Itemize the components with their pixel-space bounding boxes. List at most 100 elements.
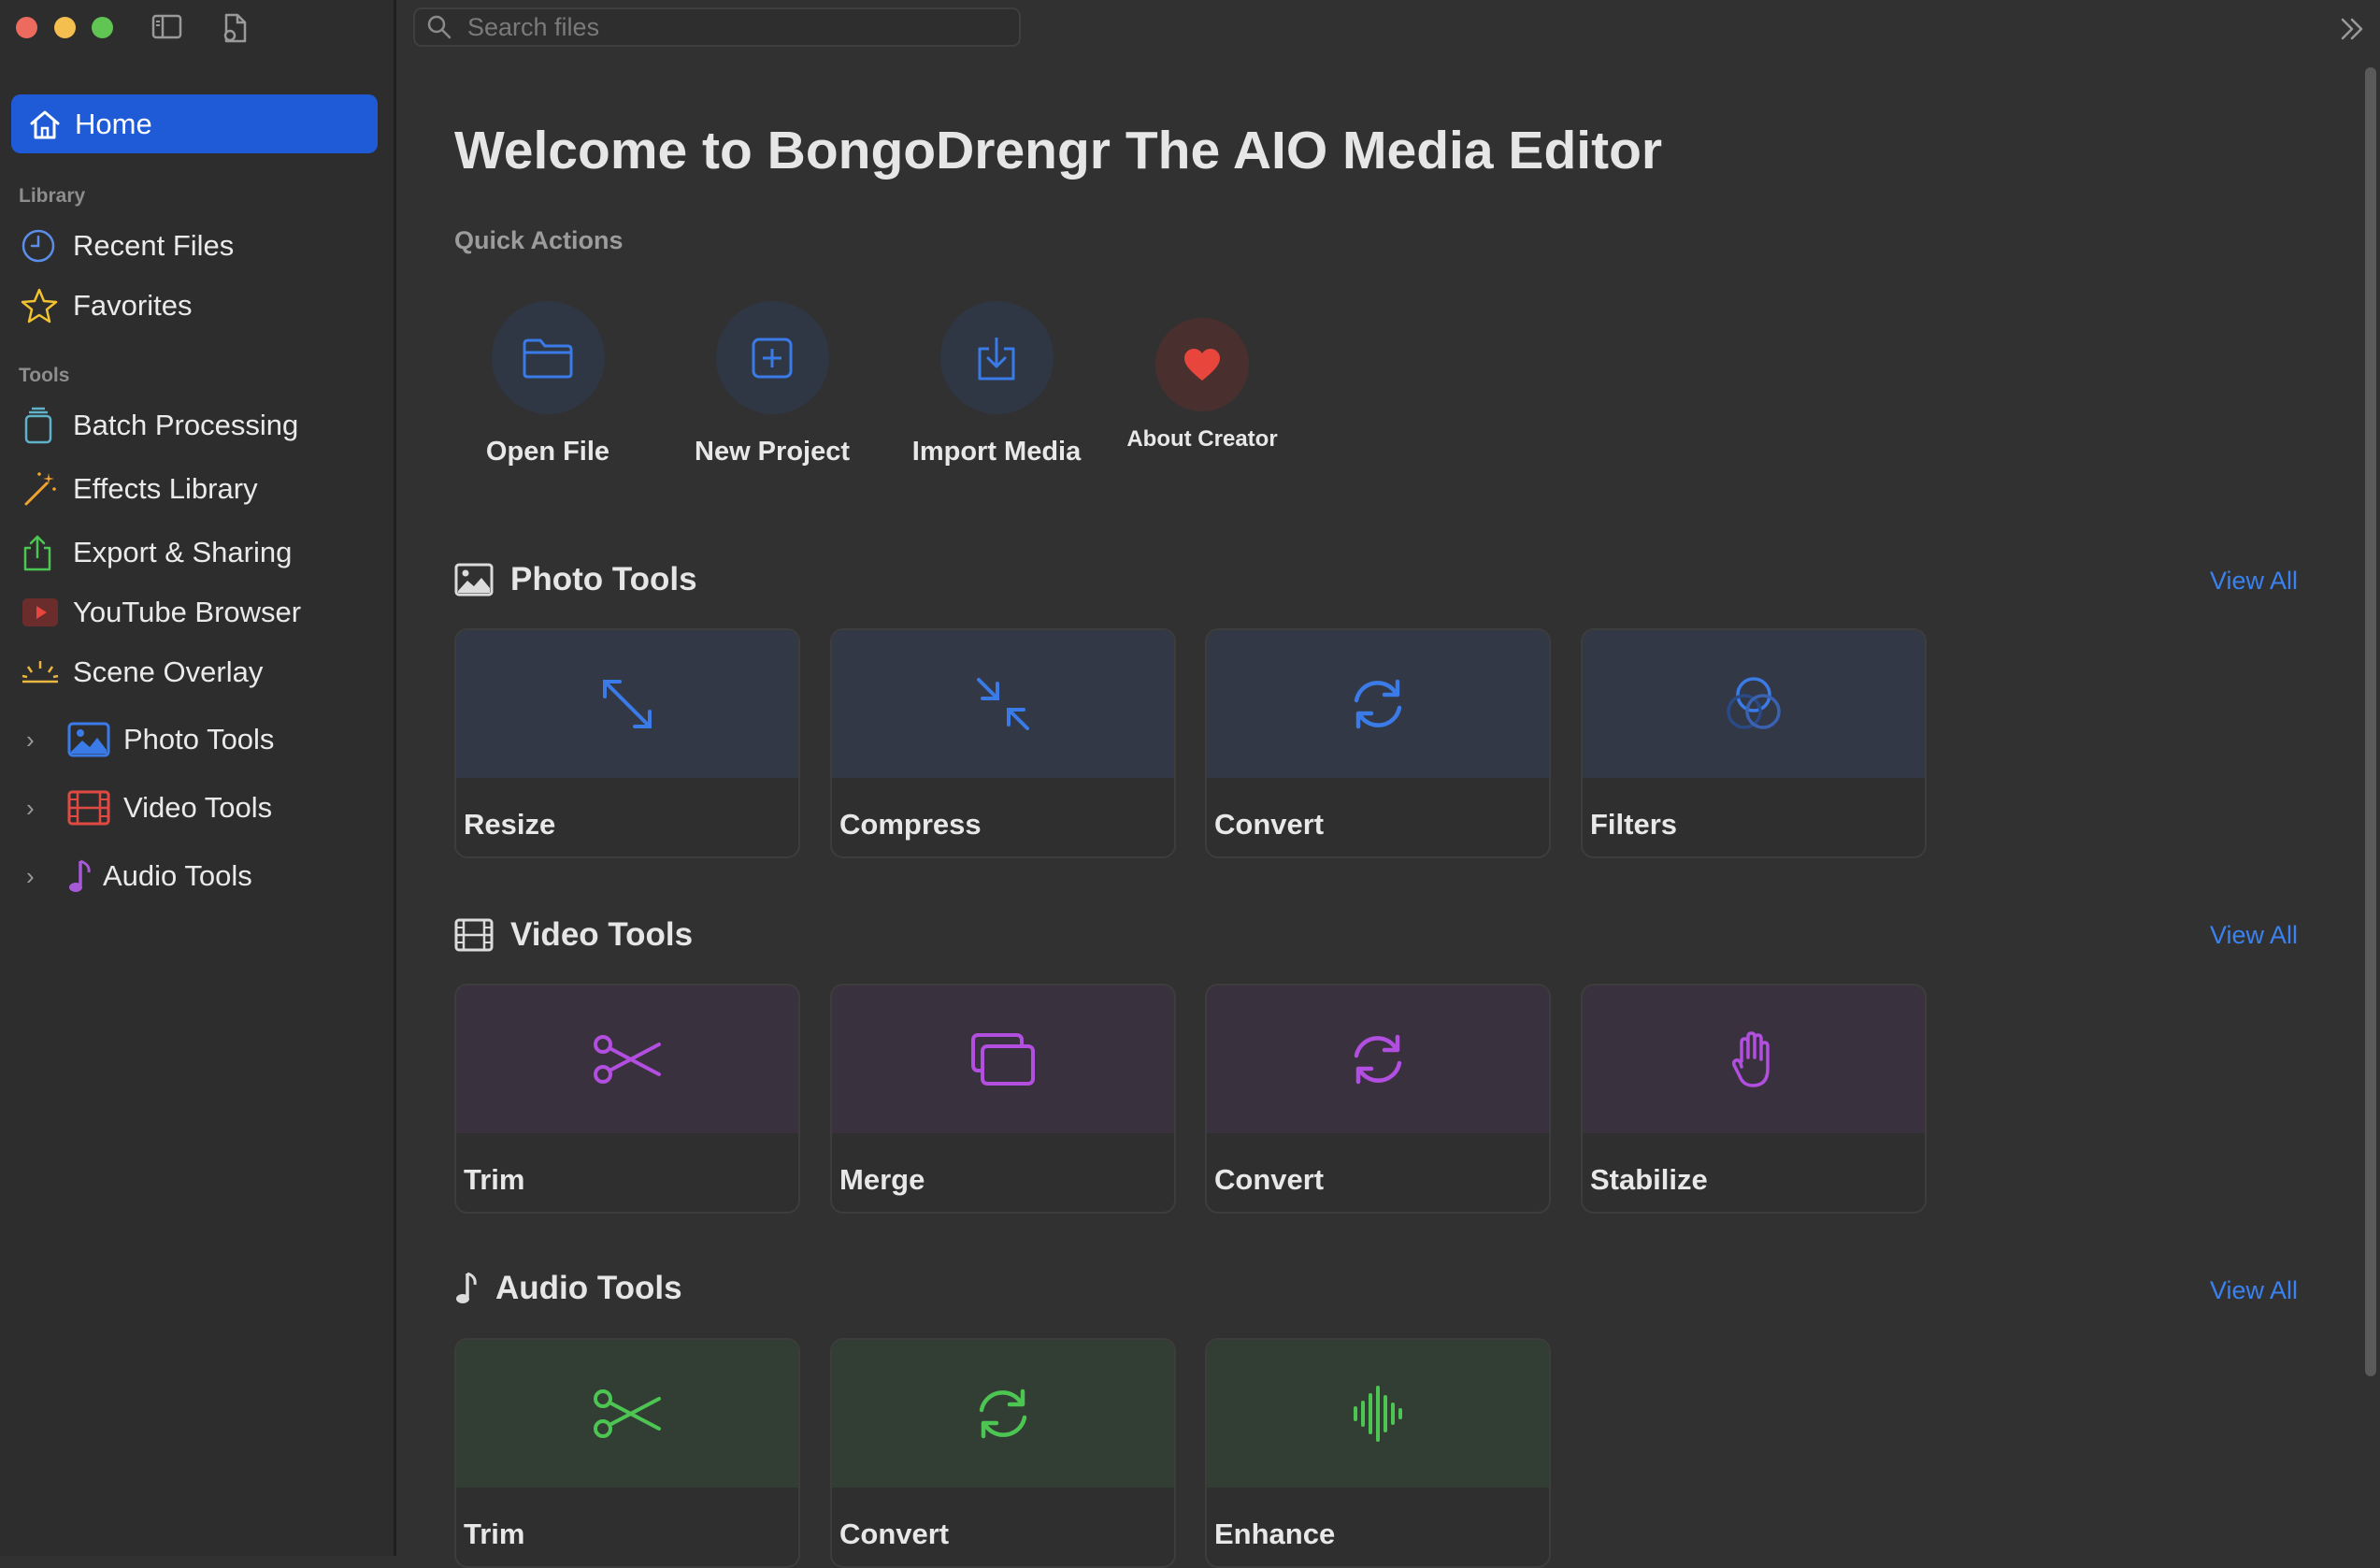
stack-icon bbox=[21, 405, 67, 446]
music-note-icon bbox=[454, 1271, 479, 1306]
scissors-icon bbox=[456, 985, 798, 1133]
sidebar-item-audio-tools[interactable]: › Audio Tools bbox=[26, 851, 391, 901]
tool-card-label: Merge bbox=[839, 1163, 925, 1196]
sidebar-item-video-tools[interactable]: › Video Tools bbox=[26, 783, 391, 833]
tool-card-compress[interactable]: Compress bbox=[830, 628, 1176, 858]
compress-arrows-icon bbox=[832, 630, 1174, 778]
tool-card-convert-audio[interactable]: Convert bbox=[830, 1338, 1176, 1568]
sidebar-item-label: Photo Tools bbox=[123, 723, 275, 755]
music-note-icon bbox=[67, 857, 99, 895]
photo-icon bbox=[454, 563, 494, 597]
scissors-icon bbox=[456, 1340, 798, 1488]
tool-card-trim-audio[interactable]: Trim bbox=[454, 1338, 800, 1568]
folder-icon bbox=[491, 301, 605, 414]
sidebar-item-favorites[interactable]: Favorites bbox=[21, 281, 385, 331]
plus-square-icon bbox=[715, 301, 829, 414]
hand-icon bbox=[1583, 985, 1925, 1133]
photo-tools-section-header: Photo Tools bbox=[454, 561, 697, 598]
quick-action-label: Import Media bbox=[911, 437, 1082, 467]
sidebar-item-label: Home bbox=[75, 107, 152, 140]
tool-card-stabilize[interactable]: Stabilize bbox=[1581, 984, 1927, 1214]
sidebar-item-label: Batch Processing bbox=[73, 409, 299, 441]
quick-action-import-media[interactable]: Import Media bbox=[898, 301, 1095, 468]
refresh-icon bbox=[1207, 630, 1549, 778]
chevron-right-icon[interactable]: › bbox=[26, 862, 49, 891]
section-title: Audio Tools bbox=[495, 1270, 682, 1306]
page-title: Welcome to BongoDrengr The AIO Media Edi… bbox=[454, 121, 1663, 180]
sidebar-toggle-icon[interactable] bbox=[151, 13, 183, 41]
close-window-button[interactable] bbox=[16, 17, 37, 38]
quick-action-open-file[interactable]: Open File bbox=[450, 301, 646, 468]
overlapping-circles-icon bbox=[1583, 630, 1925, 778]
tool-card-enhance[interactable]: Enhance bbox=[1205, 1338, 1551, 1568]
tool-card-label: Compress bbox=[839, 808, 982, 841]
refresh-icon bbox=[832, 1340, 1174, 1488]
sidebar-item-scene-overlay[interactable]: Scene Overlay bbox=[21, 647, 385, 698]
tools-section-header: Tools bbox=[19, 365, 70, 386]
sidebar-item-label: Export & Sharing bbox=[73, 536, 293, 568]
tool-card-label: Stabilize bbox=[1590, 1163, 1708, 1196]
section-title: Photo Tools bbox=[510, 561, 697, 597]
tool-card-merge[interactable]: Merge bbox=[830, 984, 1176, 1214]
scrollbar-thumb[interactable] bbox=[2365, 67, 2376, 1376]
star-icon bbox=[21, 285, 67, 326]
sidebar-item-label: YouTube Browser bbox=[73, 596, 302, 628]
sidebar-item-batch-processing[interactable]: Batch Processing bbox=[21, 400, 385, 451]
tool-card-label: Convert bbox=[1214, 1163, 1325, 1196]
sidebar-item-export-sharing[interactable]: Export & Sharing bbox=[21, 527, 385, 578]
expand-arrows-icon bbox=[456, 630, 798, 778]
tool-card-convert-photo[interactable]: Convert bbox=[1205, 628, 1551, 858]
sidebar-item-label: Audio Tools bbox=[103, 859, 252, 892]
sidebar-item-label: Recent Files bbox=[73, 229, 235, 262]
sidebar: Home Library Recent Files Favorites Tool… bbox=[0, 0, 396, 1556]
sidebar-item-photo-tools[interactable]: › Photo Tools bbox=[26, 714, 391, 765]
library-section-header: Library bbox=[19, 185, 86, 207]
quick-actions-title: Quick Actions bbox=[454, 226, 624, 254]
tool-card-filters[interactable]: Filters bbox=[1581, 628, 1927, 858]
sidebar-item-effects-library[interactable]: Effects Library bbox=[21, 464, 385, 514]
search-icon bbox=[426, 14, 452, 40]
quick-action-label: Open File bbox=[485, 437, 610, 467]
quick-action-new-project[interactable]: New Project bbox=[674, 301, 870, 468]
film-icon bbox=[67, 790, 120, 826]
tool-card-label: Enhance bbox=[1214, 1518, 1336, 1550]
heart-icon bbox=[1155, 318, 1249, 411]
quick-action-label: About Creator bbox=[1126, 426, 1278, 452]
photo-tools-view-all-link[interactable]: View All bbox=[2210, 567, 2298, 596]
film-icon bbox=[454, 918, 494, 952]
tool-card-trim-video[interactable]: Trim bbox=[454, 984, 800, 1214]
tool-card-label: Filters bbox=[1590, 808, 1678, 841]
chevron-right-icon[interactable]: › bbox=[26, 726, 49, 755]
video-tools-view-all-link[interactable]: View All bbox=[2210, 921, 2298, 950]
sidebar-item-label: Scene Overlay bbox=[73, 655, 264, 688]
sidebar-item-label: Favorites bbox=[73, 289, 193, 322]
sidebar-item-recent-files[interactable]: Recent Files bbox=[21, 221, 385, 271]
magic-wand-icon bbox=[21, 468, 67, 510]
section-title: Video Tools bbox=[510, 916, 694, 953]
minimize-window-button[interactable] bbox=[54, 17, 76, 38]
sidebar-item-home[interactable]: Home bbox=[11, 94, 378, 153]
waveform-icon bbox=[1207, 1340, 1549, 1488]
sidebar-item-label: Effects Library bbox=[73, 472, 258, 505]
video-tools-section-header: Video Tools bbox=[454, 916, 693, 954]
quick-action-about-creator[interactable]: About Creator bbox=[1104, 301, 1300, 453]
stacked-rectangles-icon bbox=[832, 985, 1174, 1133]
double-chevron-right-icon[interactable] bbox=[2339, 15, 2365, 43]
tool-card-convert-video[interactable]: Convert bbox=[1205, 984, 1551, 1214]
search-input[interactable] bbox=[466, 11, 993, 43]
tool-card-resize[interactable]: Resize bbox=[454, 628, 800, 858]
tool-card-label: Trim bbox=[464, 1163, 525, 1196]
audio-tools-view-all-link[interactable]: View All bbox=[2210, 1276, 2298, 1305]
new-document-icon[interactable] bbox=[221, 13, 249, 43]
sidebar-item-label: Video Tools bbox=[123, 791, 273, 824]
quick-action-label: New Project bbox=[695, 437, 850, 467]
search-field[interactable] bbox=[413, 7, 1021, 47]
tool-card-label: Convert bbox=[839, 1518, 950, 1550]
zoom-window-button[interactable] bbox=[92, 17, 113, 38]
tool-card-label: Resize bbox=[464, 808, 556, 841]
tool-card-label: Trim bbox=[464, 1518, 525, 1550]
play-icon bbox=[21, 592, 67, 633]
refresh-icon bbox=[1207, 985, 1549, 1133]
chevron-right-icon[interactable]: › bbox=[26, 794, 49, 823]
sidebar-item-youtube-browser[interactable]: YouTube Browser bbox=[21, 587, 385, 638]
